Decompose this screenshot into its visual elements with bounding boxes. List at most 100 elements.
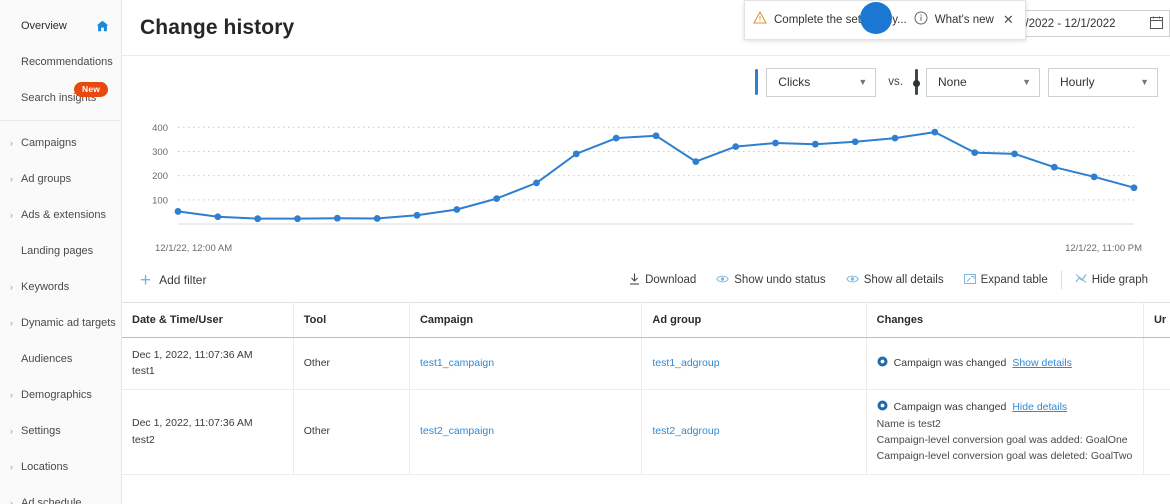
adgroup-link[interactable]: test1_adgroup [652, 357, 719, 369]
download-button[interactable]: Download [619, 273, 706, 288]
info-circle-icon[interactable] [914, 11, 928, 30]
chevron-right-icon: › [10, 281, 13, 292]
close-icon[interactable]: ✕ [1003, 12, 1014, 28]
show-undo-status-label: Show undo status [734, 274, 826, 286]
cell-tool: Other [293, 337, 410, 390]
gear-icon [877, 400, 888, 416]
hide-details-link[interactable]: Hide details [1012, 399, 1067, 415]
x-axis-end-label: 12/1/22, 11:00 PM [1065, 243, 1142, 254]
add-filter-label: Add filter [159, 273, 207, 287]
sidebar-item-search-insights[interactable]: Search insights New [0, 80, 121, 116]
sidebar-item-landing-pages[interactable]: Landing pages [0, 233, 121, 269]
adgroup-link[interactable]: test2_adgroup [652, 425, 719, 437]
table-header-row: Date & Time/User Tool Campaign Ad group … [122, 303, 1170, 338]
toolbar-divider [1060, 271, 1062, 289]
chart-data-point[interactable] [1090, 173, 1098, 181]
sidebar-item-dynamic-ad-targets[interactable]: › Dynamic ad targets [0, 305, 121, 341]
chart-data-point[interactable] [692, 158, 700, 165]
chart-data-point[interactable] [931, 128, 939, 136]
download-icon [629, 273, 640, 288]
hide-graph-label: Hide graph [1091, 274, 1148, 286]
chart-data-point[interactable] [333, 214, 341, 222]
change-detail-line: Campaign-level conversion goal was added… [876, 434, 1128, 447]
toolbar-actions: Download Show undo status Show all detai… [619, 271, 1158, 289]
chart-data-point[interactable] [732, 143, 740, 150]
calendar-icon[interactable] [1150, 16, 1163, 32]
sidebar-item-label: Dynamic ad targets [21, 317, 116, 329]
sidebar-item-overview[interactable]: Overview [0, 8, 121, 44]
granularity-select[interactable]: Hourly ▼ [1048, 67, 1158, 97]
campaign-link[interactable]: test1_campaign [420, 357, 494, 369]
eye-icon [845, 274, 859, 287]
cell-campaign: test1_campaign [409, 337, 643, 390]
chart-data-point[interactable] [1050, 163, 1058, 171]
chart-data-point[interactable] [811, 140, 819, 148]
sidebar-item-ad-groups[interactable]: › Ad groups [0, 161, 121, 197]
cell-changes: Campaign was changed Hide details Name i… [866, 389, 1144, 475]
sidebar-item-ads-extensions[interactable]: › Ads & extensions [0, 197, 121, 233]
row-user: test1 [132, 365, 155, 378]
cell-campaign: test2_campaign [409, 389, 643, 475]
cell-url [1143, 337, 1170, 390]
column-header-tool[interactable]: Tool [293, 303, 410, 338]
cell-datetime-user: Dec 1, 2022, 11:07:36 AM test2 [122, 389, 294, 475]
gear-icon [877, 356, 888, 372]
cell-changes: Campaign was changed Show details [866, 337, 1144, 390]
compare-metric-select[interactable]: None ▼ [926, 67, 1040, 97]
sidebar-item-locations[interactable]: › Locations [0, 449, 121, 485]
y-axis-tick-label: 400 [152, 123, 168, 134]
chart-data-point[interactable] [772, 139, 779, 147]
chart-data-point[interactable] [1130, 184, 1138, 192]
sidebar-item-keywords[interactable]: › Keywords [0, 269, 121, 305]
chart-data-point[interactable] [1011, 150, 1018, 158]
chart-data-point[interactable] [851, 138, 859, 146]
chart-data-point[interactable] [254, 215, 262, 223]
chart-data-point[interactable] [413, 211, 421, 219]
show-details-link[interactable]: Show details [1012, 355, 1072, 371]
sidebar-item-settings[interactable]: › Settings [0, 413, 121, 449]
cell-tool: Other [293, 389, 410, 475]
sidebar-item-audiences[interactable]: Audiences [0, 341, 121, 377]
hide-graph-button[interactable]: Hide graph [1065, 273, 1158, 287]
chevron-right-icon: › [10, 137, 13, 148]
table-row[interactable]: Dec 1, 2022, 11:07:36 AM test1 Other tes… [122, 337, 1170, 390]
sidebar-item-label: Ad groups [21, 173, 72, 185]
chart-data-point[interactable] [453, 206, 461, 213]
primary-series-legend-marker [755, 69, 759, 95]
add-filter-button[interactable]: + Add filter [140, 271, 206, 290]
chart-data-point[interactable] [891, 134, 899, 142]
chart-data-point[interactable] [612, 134, 620, 142]
chart-data-point[interactable] [971, 149, 979, 157]
sidebar-item-campaigns[interactable]: › Campaigns [0, 125, 121, 161]
chart-data-point[interactable] [294, 215, 301, 223]
column-header-changes[interactable]: Changes [866, 303, 1144, 338]
show-undo-status-button[interactable]: Show undo status [706, 274, 835, 287]
column-header-datetime[interactable]: Date & Time/User [122, 303, 294, 338]
primary-metric-select[interactable]: Clicks ▼ [766, 67, 877, 97]
chart-data-point[interactable] [572, 150, 580, 158]
column-header-url[interactable]: Ur [1143, 303, 1170, 338]
plus-icon: + [140, 269, 152, 291]
column-header-adgroup[interactable]: Ad group [641, 303, 867, 338]
y-axis-tick-label: 200 [152, 171, 168, 182]
sidebar-item-recommendations[interactable]: Recommendations [0, 44, 121, 80]
chart-data-point[interactable] [174, 208, 182, 215]
column-header-campaign[interactable]: Campaign [409, 303, 643, 338]
chart-data-point[interactable] [652, 132, 660, 140]
cursor-pointer [860, 2, 892, 34]
chevron-right-icon: › [10, 461, 13, 472]
whats-new-link[interactable]: What's new [935, 14, 994, 26]
chart-data-point[interactable] [214, 213, 222, 221]
sidebar-item-demographics[interactable]: › Demographics [0, 377, 121, 413]
expand-table-button[interactable]: Expand table [954, 273, 1058, 287]
sidebar-item-label: Settings [21, 425, 61, 437]
chart-data-point[interactable] [533, 179, 540, 187]
sidebar-item-label: Ad schedule [21, 497, 82, 504]
sidebar-item-ad-schedule[interactable]: › Ad schedule [0, 485, 121, 504]
table-row[interactable]: Dec 1, 2022, 11:07:36 AM test2 Other tes… [122, 389, 1170, 475]
chevron-right-icon: › [10, 317, 13, 328]
campaign-link[interactable]: test2_campaign [420, 425, 494, 437]
show-all-details-button[interactable]: Show all details [836, 274, 954, 287]
chart-data-point[interactable] [373, 215, 381, 222]
chart-data-point[interactable] [493, 195, 501, 202]
